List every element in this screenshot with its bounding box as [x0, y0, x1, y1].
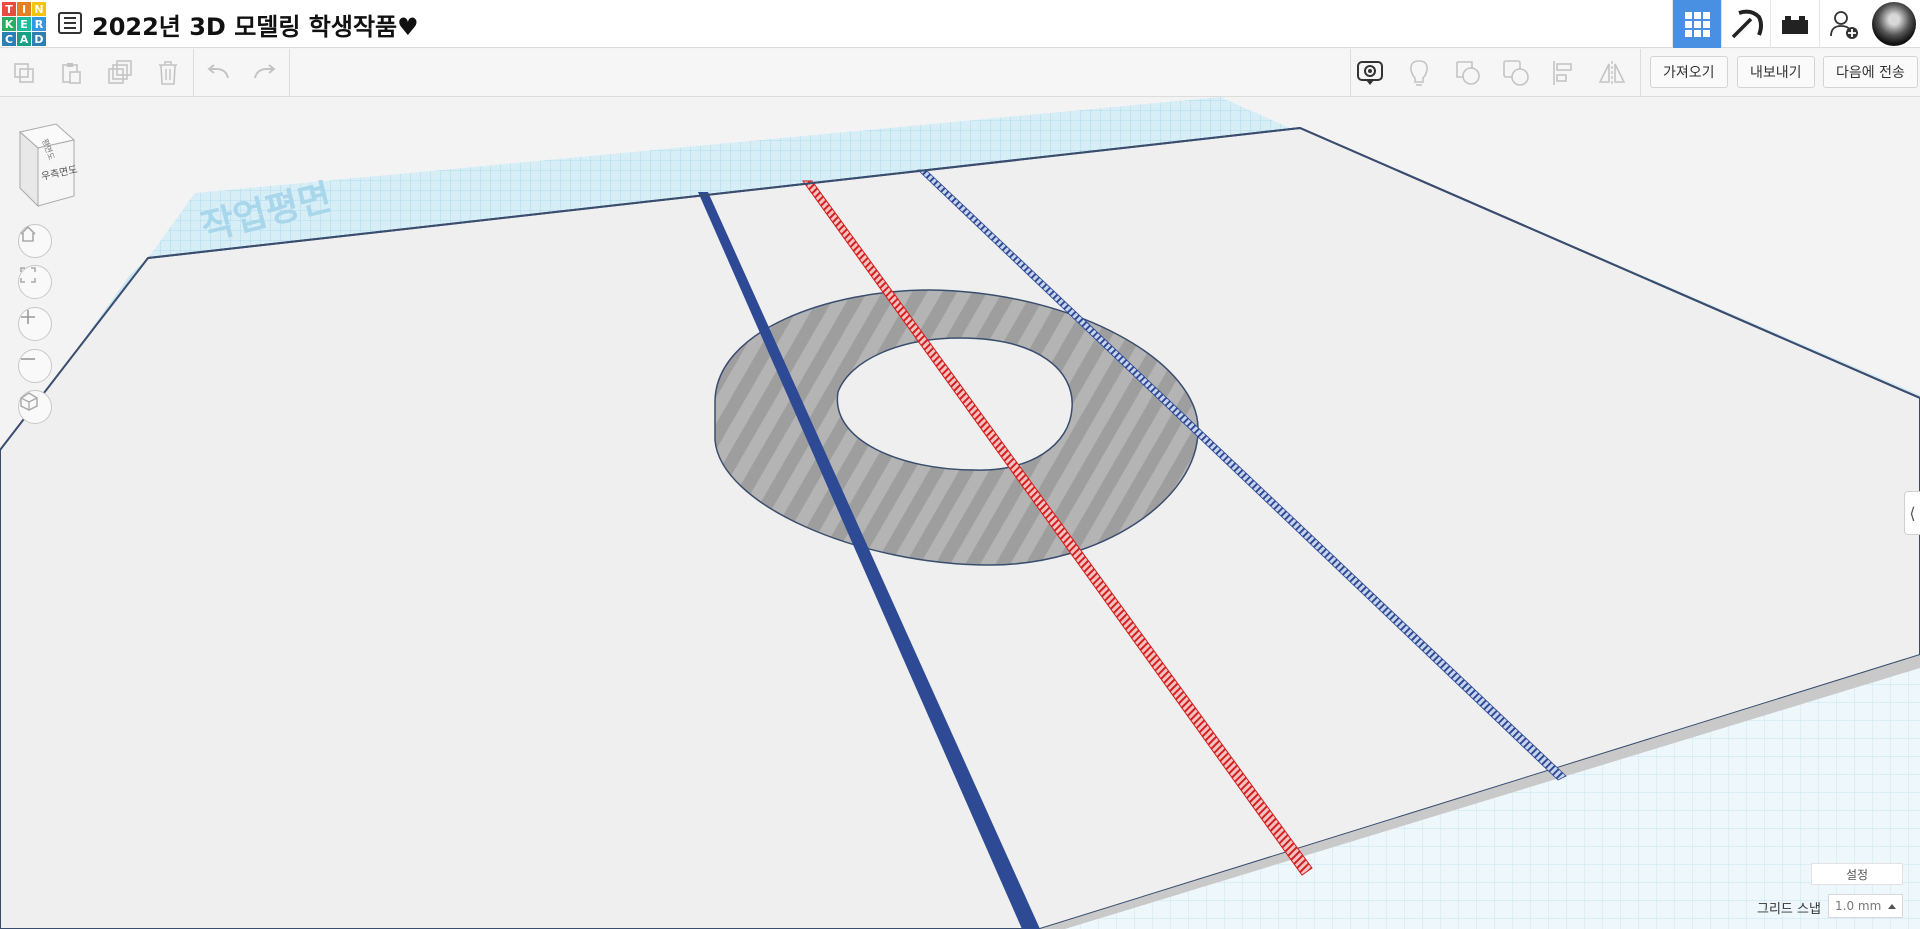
- logo-letter: E: [17, 17, 31, 31]
- send-to-button[interactable]: 다음에 전송: [1823, 56, 1918, 88]
- grid-snap-value: 1.0 mm: [1835, 899, 1882, 913]
- logo-letter: C: [2, 32, 16, 46]
- notes-icon: [1357, 61, 1383, 85]
- design-list-icon[interactable]: [58, 12, 82, 34]
- add-user-icon: [1830, 11, 1858, 39]
- fit-icon: [20, 267, 36, 283]
- top-nav: [1672, 0, 1920, 48]
- pickaxe-icon: [1731, 9, 1763, 39]
- workplane-scene[interactable]: 작업평면: [0, 97, 1920, 929]
- invite-user-button[interactable]: [1819, 0, 1868, 48]
- toolbar-divider: [193, 49, 194, 97]
- home-view-button[interactable]: [18, 224, 52, 258]
- logo-letter: A: [17, 32, 31, 46]
- view-cube[interactable]: 평면도 우측면도: [0, 122, 80, 208]
- copy-icon: [14, 63, 34, 83]
- duplicate-button[interactable]: [104, 57, 136, 89]
- fit-view-button[interactable]: [18, 265, 52, 299]
- toolbar-divider: [289, 49, 290, 97]
- align-icon: [1553, 61, 1572, 85]
- project-title[interactable]: 2022년 3D 모델링 학생작품♥: [92, 7, 419, 42]
- export-button[interactable]: 내보내기: [1737, 56, 1815, 88]
- brick-icon: [1782, 16, 1808, 34]
- user-avatar[interactable]: [1872, 2, 1916, 46]
- logo-letter: T: [2, 2, 16, 16]
- plus-icon: [21, 310, 35, 324]
- perspective-button[interactable]: [18, 390, 52, 424]
- notes-button[interactable]: [1354, 57, 1386, 89]
- toolbar-divider: [1640, 49, 1641, 97]
- grid-icon: [1685, 12, 1710, 37]
- zoom-out-button[interactable]: [18, 349, 52, 383]
- 3d-viewport[interactable]: 작업평면 평면도 우측면도: [0, 97, 1920, 929]
- minus-icon: [21, 358, 35, 360]
- light-bulb-icon: [1410, 60, 1428, 86]
- undo-icon: [207, 64, 229, 79]
- align-button[interactable]: [1548, 57, 1580, 89]
- edit-toolbar: 가져오기 내보내기 다음에 전송: [0, 49, 1920, 97]
- 3d-design-view-button[interactable]: [1672, 0, 1721, 48]
- caret-up-icon: [1888, 904, 1896, 909]
- mirror-icon: [1598, 61, 1626, 85]
- chevron-left-icon: ⟨: [1909, 503, 1916, 523]
- home-icon: [20, 225, 36, 242]
- paste-button[interactable]: [55, 57, 87, 89]
- shapes-panel-toggle[interactable]: ⟨: [1904, 491, 1920, 535]
- light-bulb-button[interactable]: [1403, 57, 1435, 89]
- toolbar-divider: [1350, 49, 1351, 97]
- group-icon: [1456, 61, 1480, 85]
- import-button[interactable]: 가져오기: [1650, 56, 1728, 88]
- minecraft-view-button[interactable]: [1721, 0, 1770, 48]
- grid-snap-label: 그리드 스냅: [1757, 902, 1821, 917]
- logo-letter: D: [32, 32, 46, 46]
- mirror-button[interactable]: [1596, 57, 1628, 89]
- top-bar: TIN KER CAD 2022년 3D 모델링 학생작품♥: [0, 0, 1920, 48]
- logo-letter: K: [2, 17, 16, 31]
- settings-button[interactable]: 설정: [1811, 863, 1903, 885]
- trash-icon: [159, 61, 177, 85]
- undo-button[interactable]: [203, 57, 235, 89]
- tinkercad-logo[interactable]: TIN KER CAD: [2, 2, 46, 46]
- delete-button[interactable]: [152, 57, 184, 89]
- zoom-in-button[interactable]: [18, 307, 52, 341]
- ungroup-icon: [1503, 60, 1529, 86]
- perspective-icon: [20, 392, 38, 411]
- grid-snap-select[interactable]: 1.0 mm: [1828, 894, 1903, 918]
- duplicate-icon: [108, 60, 132, 84]
- redo-button[interactable]: [248, 57, 280, 89]
- ungroup-button[interactable]: [1500, 57, 1532, 89]
- logo-letter: N: [32, 2, 46, 16]
- copy-button[interactable]: [8, 57, 40, 89]
- redo-icon: [254, 64, 276, 79]
- group-button[interactable]: [1452, 57, 1484, 89]
- lego-view-button[interactable]: [1770, 0, 1819, 48]
- logo-letter: R: [32, 17, 46, 31]
- logo-letter: I: [17, 2, 31, 16]
- paste-icon: [62, 63, 81, 84]
